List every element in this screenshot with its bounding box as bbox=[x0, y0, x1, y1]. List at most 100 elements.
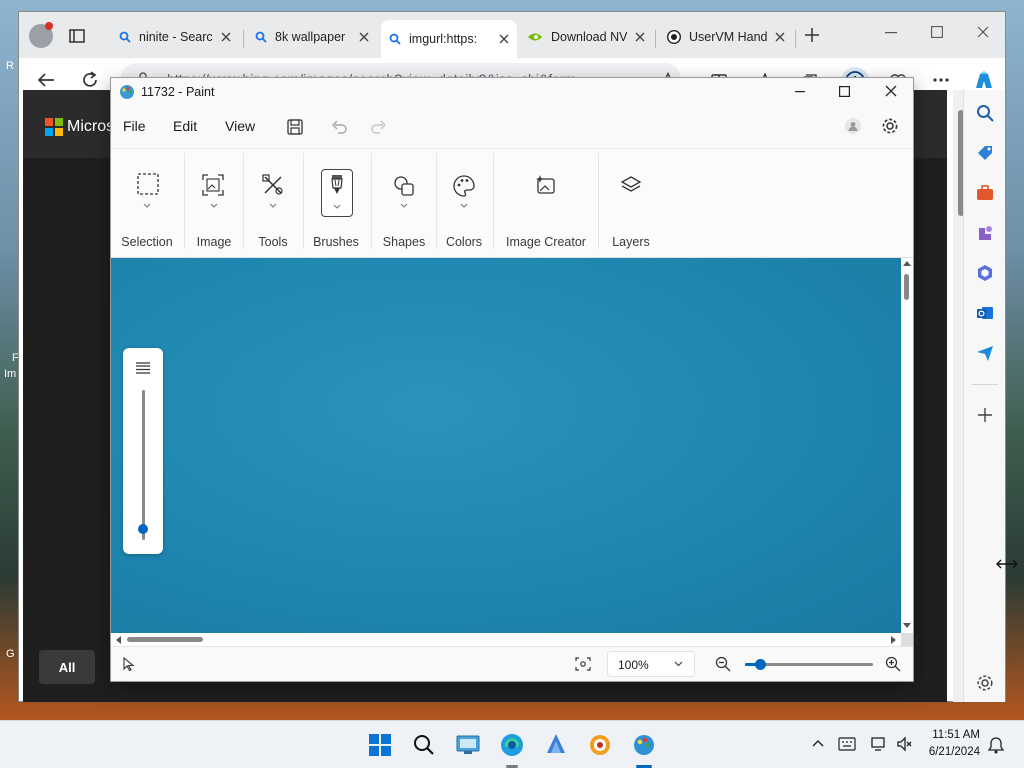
shopping-tag-icon[interactable] bbox=[976, 144, 994, 162]
refresh-icon[interactable] bbox=[81, 71, 99, 89]
close-icon[interactable] bbox=[499, 34, 509, 44]
undo-icon[interactable] bbox=[331, 119, 347, 135]
profile-avatar[interactable] bbox=[29, 22, 53, 48]
outlook-icon[interactable] bbox=[976, 304, 994, 322]
tab-title: Download NVI bbox=[551, 30, 627, 44]
chevron-down-icon bbox=[143, 203, 151, 209]
network-icon[interactable] bbox=[870, 736, 886, 752]
ribbon-group-colors[interactable]: Colors bbox=[439, 149, 489, 259]
ribbon-label: Layers bbox=[612, 235, 650, 249]
send-icon[interactable] bbox=[976, 344, 994, 362]
chevron-up-icon[interactable] bbox=[812, 739, 824, 747]
tab-bar: ninite - Search 8k wallpaper imgurl:http… bbox=[19, 12, 1005, 58]
zoom-in-icon[interactable] bbox=[885, 656, 901, 672]
paint-window: 11732 - Paint File Edit View Selection I… bbox=[110, 77, 914, 682]
zoom-out-icon[interactable] bbox=[715, 656, 731, 672]
canvas-horizontal-scrollbar[interactable] bbox=[111, 633, 901, 646]
app-icon[interactable] bbox=[584, 729, 616, 761]
close-icon[interactable] bbox=[359, 32, 369, 42]
browser-tab-active[interactable]: imgurl:https: bbox=[381, 20, 517, 58]
nvidia-icon bbox=[527, 31, 543, 43]
ribbon-label: Selection bbox=[121, 235, 173, 249]
new-tab-icon[interactable] bbox=[805, 28, 819, 42]
keyboard-icon[interactable] bbox=[838, 737, 856, 751]
ribbon-divider bbox=[371, 153, 372, 249]
browser-tab[interactable]: Download NVI bbox=[519, 22, 653, 52]
zoom-slider-thumb[interactable] bbox=[755, 659, 766, 670]
selection-rectangle-icon bbox=[137, 173, 159, 195]
clock-date[interactable]: 6/21/2024 bbox=[922, 746, 980, 758]
scroll-up-icon[interactable] bbox=[903, 260, 911, 266]
clock-time[interactable]: 11:51 AM bbox=[926, 729, 980, 741]
browser-tab[interactable]: UserVM Hand bbox=[659, 22, 793, 52]
maximize-icon[interactable] bbox=[839, 86, 850, 97]
volume-muted-icon[interactable] bbox=[896, 736, 912, 752]
minimize-icon[interactable] bbox=[885, 32, 897, 34]
filter-all-button[interactable]: All bbox=[39, 650, 95, 684]
menu-file[interactable]: File bbox=[123, 118, 146, 134]
menu-edit[interactable]: Edit bbox=[173, 118, 197, 134]
window-title: 11732 - Paint bbox=[141, 85, 215, 99]
app-icon[interactable] bbox=[540, 729, 572, 761]
scroll-left-icon[interactable] bbox=[115, 636, 121, 644]
desktop-label: Im bbox=[4, 368, 17, 380]
save-icon[interactable] bbox=[287, 119, 303, 135]
microsoft-365-icon[interactable] bbox=[976, 264, 994, 282]
brush-size-track[interactable] bbox=[142, 390, 145, 540]
close-icon[interactable] bbox=[635, 32, 645, 42]
ribbon-group-layers[interactable]: Layers bbox=[601, 149, 661, 259]
tab-actions-icon[interactable] bbox=[69, 28, 85, 44]
drawing-canvas[interactable] bbox=[111, 258, 901, 633]
brushes-button[interactable] bbox=[321, 169, 353, 217]
minimize-icon[interactable] bbox=[795, 91, 805, 93]
vertical-scroll-thumb[interactable] bbox=[904, 274, 909, 300]
scroll-right-icon[interactable] bbox=[891, 636, 897, 644]
close-icon[interactable] bbox=[221, 32, 231, 42]
canvas-area bbox=[111, 258, 913, 646]
close-window-icon[interactable] bbox=[977, 26, 989, 38]
close-window-icon[interactable] bbox=[885, 85, 897, 97]
tools-toolbox-icon[interactable] bbox=[976, 184, 994, 202]
start-button[interactable] bbox=[364, 729, 396, 761]
games-icon[interactable] bbox=[976, 224, 994, 242]
settings-gear-icon[interactable] bbox=[976, 674, 994, 692]
scroll-down-icon[interactable] bbox=[903, 623, 911, 629]
brush-size-thumb[interactable] bbox=[138, 524, 148, 534]
browser-tab[interactable]: ninite - Search bbox=[111, 22, 239, 52]
canvas-vertical-scrollbar[interactable] bbox=[901, 258, 913, 633]
ribbon-group-image[interactable]: Image bbox=[187, 149, 241, 259]
maximize-icon[interactable] bbox=[931, 26, 943, 38]
brand-text: Micros bbox=[67, 118, 115, 135]
search-icon[interactable] bbox=[976, 104, 994, 122]
notification-bell-icon[interactable] bbox=[988, 736, 1004, 754]
taskbar-search-icon[interactable] bbox=[408, 729, 440, 761]
zoom-slider-track[interactable] bbox=[745, 659, 873, 670]
paint-status-bar: 100% bbox=[111, 646, 913, 681]
settings-gear-icon[interactable] bbox=[881, 117, 899, 135]
add-icon[interactable] bbox=[978, 408, 992, 422]
control-panel-icon[interactable] bbox=[452, 729, 484, 761]
desktop-label: R bbox=[6, 60, 14, 72]
back-icon[interactable] bbox=[37, 72, 55, 88]
windows-logo-icon bbox=[369, 734, 391, 756]
menu-view[interactable]: View bbox=[225, 118, 255, 134]
ribbon-group-shapes[interactable]: Shapes bbox=[374, 149, 434, 259]
close-icon[interactable] bbox=[775, 32, 785, 42]
paint-taskbar-icon[interactable] bbox=[628, 729, 660, 768]
redo-icon[interactable] bbox=[371, 119, 387, 135]
tab-title: 8k wallpaper bbox=[275, 30, 346, 44]
paint-app-icon bbox=[119, 84, 135, 100]
zoom-select[interactable]: 100% bbox=[607, 651, 695, 677]
account-icon[interactable] bbox=[845, 118, 861, 134]
ribbon-group-tools[interactable]: Tools bbox=[246, 149, 300, 259]
horizontal-scroll-thumb[interactable] bbox=[127, 637, 203, 642]
fit-to-window-icon[interactable] bbox=[575, 657, 591, 671]
ribbon-group-brushes[interactable]: Brushes bbox=[306, 149, 366, 259]
ribbon-group-image-creator[interactable]: Image Creator bbox=[496, 149, 596, 259]
ribbon-label: Shapes bbox=[382, 235, 426, 249]
tab-divider bbox=[655, 30, 656, 48]
more-options-icon[interactable] bbox=[933, 78, 949, 82]
edge-browser-icon[interactable] bbox=[496, 729, 528, 768]
ribbon-group-selection[interactable]: Selection bbox=[115, 149, 179, 259]
browser-tab[interactable]: 8k wallpaper bbox=[247, 22, 377, 52]
